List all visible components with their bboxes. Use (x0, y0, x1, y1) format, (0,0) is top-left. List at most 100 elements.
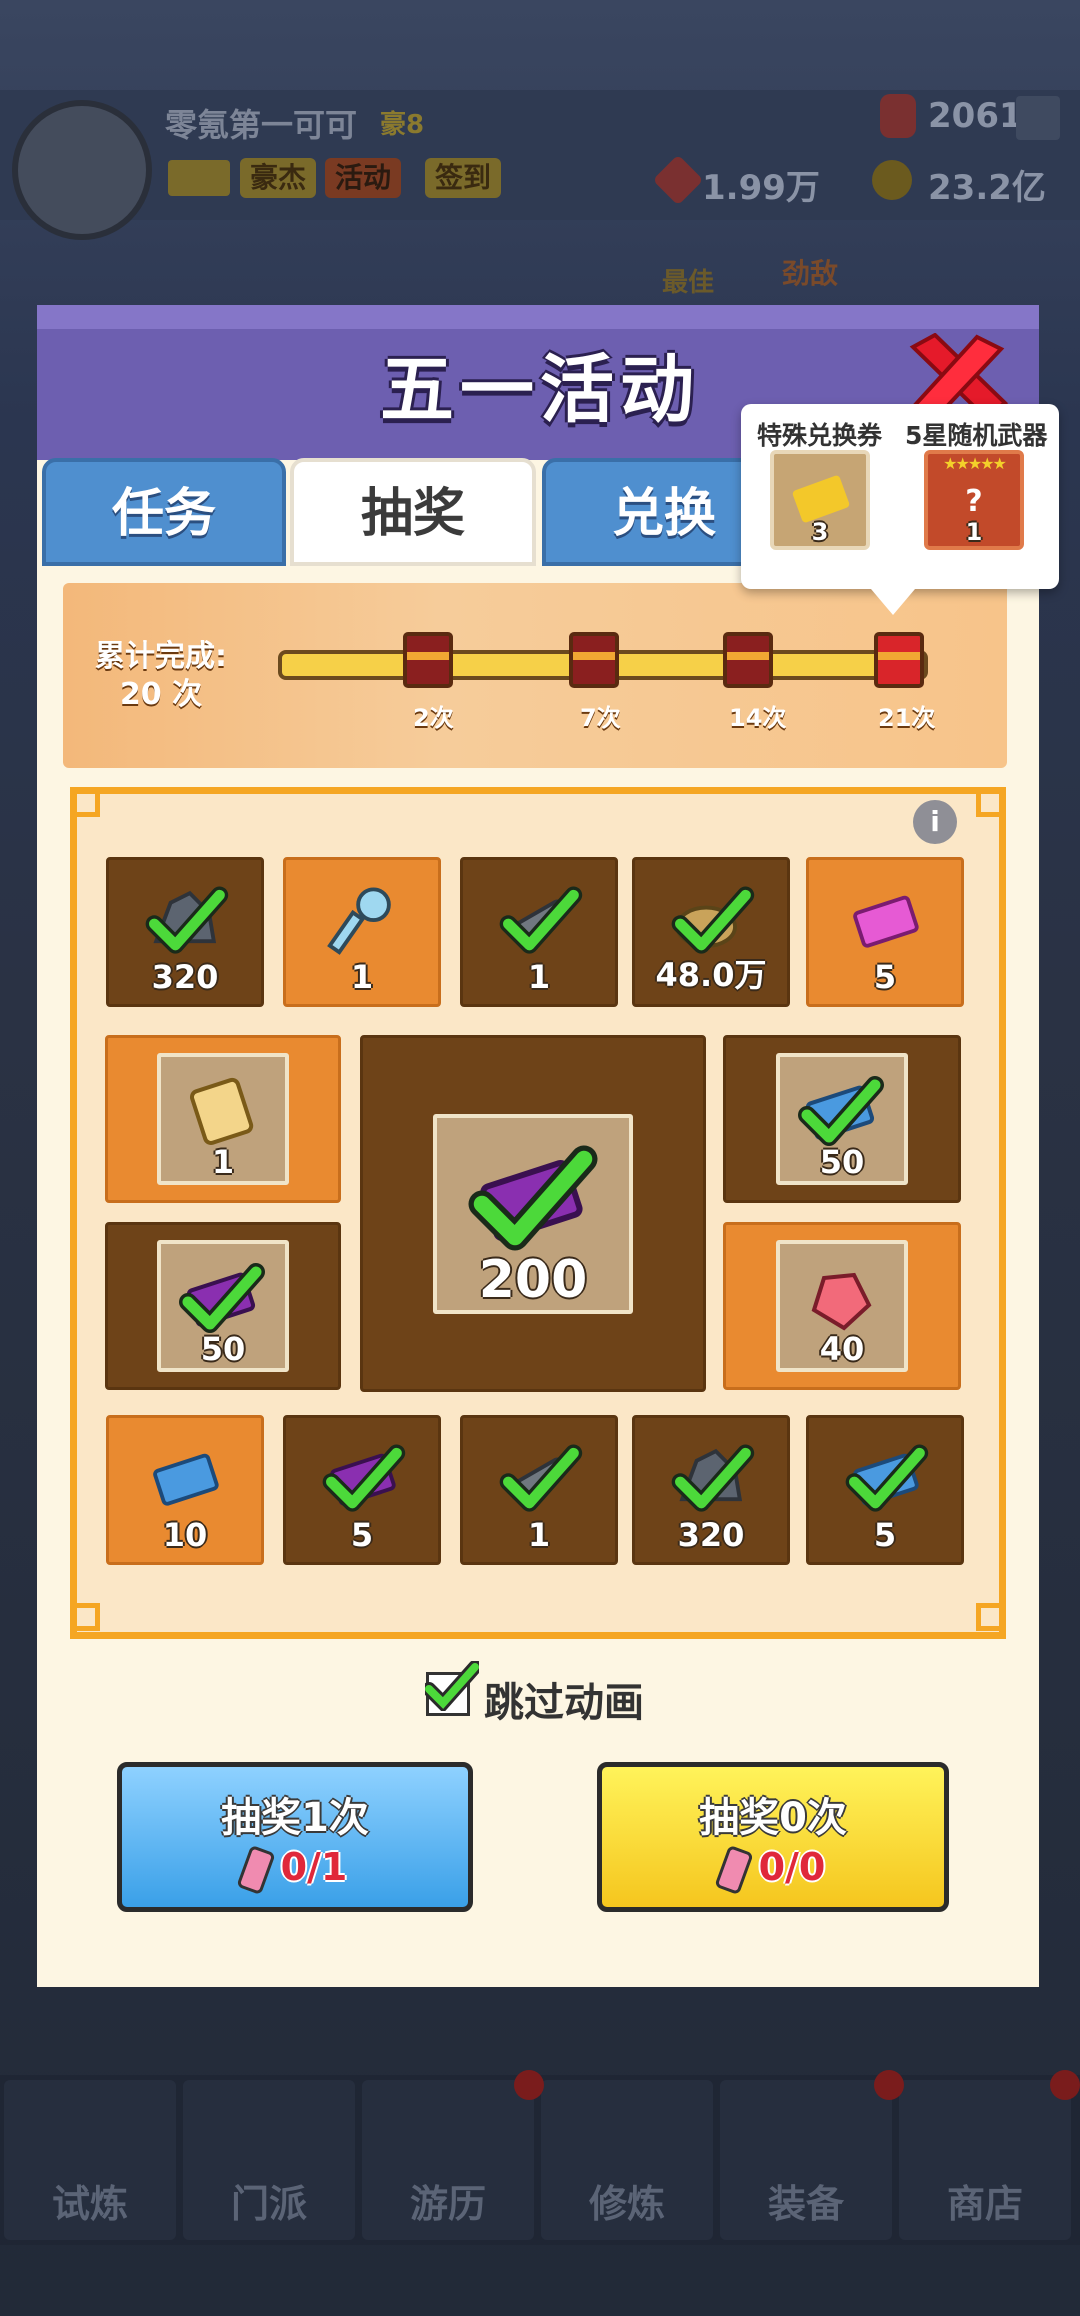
nav-shop[interactable]: 商店 (899, 2080, 1071, 2240)
reward-quantity: 5 (873, 1516, 897, 1554)
ore-icon (145, 886, 229, 954)
gem-icon (880, 94, 916, 138)
reward-quantity: 1 (527, 958, 551, 996)
nav-label: 商店 (946, 2182, 1023, 2226)
chest-icon[interactable] (723, 632, 773, 688)
player-name: 零氪第一可可 (165, 106, 358, 144)
skip-animation-label: 跳过动画 (484, 1680, 644, 1726)
reward-cell[interactable]: 50 (105, 1222, 341, 1390)
reward-quantity: 1 (350, 958, 374, 996)
reward-cell[interactable]: 48.0万 (632, 857, 790, 1007)
milestone-label: 2次 (413, 704, 454, 732)
gun-icon (499, 1444, 583, 1512)
nav-travel[interactable]: 游历 (362, 2080, 534, 2240)
reward-quantity: 50 (819, 1143, 865, 1181)
chest-icon[interactable] (403, 632, 453, 688)
tooltip-label: 5星随机武器 (905, 421, 1048, 450)
draw-once-cost-value: 0/1 (280, 1845, 348, 1889)
reward-cell[interactable]: 320 (632, 1415, 790, 1565)
milestone-label: 7次 (580, 704, 621, 732)
info-icon[interactable]: i (913, 800, 957, 844)
gem-count: 2061 (928, 96, 1023, 136)
draw-zero-label: 抽奖0次 (699, 1795, 847, 1841)
nav-label: 修炼 (588, 2182, 665, 2226)
reward-icon-frame: 200 (433, 1113, 633, 1314)
draw-zero-cost: 0/0 (602, 1844, 944, 1895)
ore-icon (671, 1444, 755, 1512)
reward-cell[interactable]: 5 (806, 1415, 964, 1565)
player-avatar[interactable] (12, 100, 152, 240)
key-icon (327, 887, 391, 955)
activity-button[interactable]: 活动 (325, 158, 402, 198)
reward-quantity: 50 (200, 1330, 246, 1368)
reward-quantity: 200 (478, 1249, 588, 1310)
milestone-label: 14次 (729, 704, 787, 732)
nav-label: 装备 (767, 2182, 844, 2226)
mail-icon[interactable] (168, 160, 230, 196)
reward-cell[interactable]: 200 (360, 1035, 706, 1392)
reward-quantity: 10 (162, 1516, 208, 1554)
reward-cell[interactable]: 1 (460, 857, 618, 1007)
notification-dot (514, 2070, 544, 2100)
purple-ticket-icon (322, 1444, 406, 1512)
reward-icon-frame: 1 (157, 1053, 289, 1185)
chest-icon-locked[interactable] (874, 632, 924, 688)
cumulative-count: 20 次 (119, 677, 203, 712)
exchange-ticket-icon: 3 (770, 450, 870, 550)
draw-ticket-icon (235, 1844, 276, 1895)
nav-label: 试炼 (51, 2182, 128, 2226)
tooltip-count: 1 (965, 518, 983, 546)
draw-once-button[interactable]: 抽奖1次 0/1 (117, 1762, 473, 1912)
reward-quantity: 1 (527, 1516, 551, 1554)
rival-label: 劲敌 (782, 257, 839, 290)
nav-trial[interactable]: 试炼 (4, 2080, 176, 2240)
gold-icon (872, 160, 912, 200)
tab-lottery[interactable]: 抽奖 (290, 458, 536, 566)
reward-cell[interactable]: 5 (806, 857, 964, 1007)
skip-animation-checkbox[interactable] (425, 1661, 479, 1716)
draw-zero-cost-value: 0/0 (758, 1845, 826, 1889)
reward-cell[interactable]: 40 (723, 1222, 961, 1390)
reward-quantity: 1 (211, 1143, 235, 1181)
reward-cell[interactable]: 1 (105, 1035, 341, 1203)
nav-label: 门派 (230, 2182, 307, 2226)
gun-icon (499, 886, 583, 954)
nav-equipment[interactable]: 装备 (720, 2080, 892, 2240)
reward-cell[interactable]: 1 (460, 1415, 618, 1565)
nav-sect[interactable]: 门派 (183, 2080, 355, 2240)
reward-icon-frame: 40 (776, 1240, 908, 1372)
reward-cell[interactable]: 50 (723, 1035, 961, 1203)
notification-dot (874, 2070, 904, 2100)
blue-ticket-icon (845, 1444, 929, 1512)
draw-zero-button[interactable]: 抽奖0次 0/0 (597, 1762, 949, 1912)
reward-quantity: 48.0万 (655, 956, 767, 994)
reward-quantity: 40 (819, 1330, 865, 1368)
random-weapon-icon: ★★★★★ ? 1 (924, 450, 1024, 550)
reward-quantity: 320 (151, 958, 219, 996)
reward-cell[interactable]: 10 (106, 1415, 264, 1565)
reward-icon-frame: 50 (776, 1053, 908, 1185)
signin-button[interactable]: 签到 (425, 158, 502, 198)
reward-cell[interactable]: 1 (283, 857, 441, 1007)
tooltip-count: 3 (811, 518, 829, 546)
chest-icon[interactable] (569, 632, 619, 688)
add-gem-icon[interactable] (1016, 96, 1060, 140)
blue-ticket-icon (153, 1453, 219, 1506)
gold-count: 23.2亿 (928, 168, 1046, 208)
frame-corner (976, 1603, 1004, 1631)
reward-quantity: 5 (350, 1516, 374, 1554)
player-header-bar (0, 90, 1080, 220)
reward-quantity: 5 (873, 958, 897, 996)
question-icon: ? (965, 484, 983, 519)
reward-cell[interactable]: 320 (106, 857, 264, 1007)
vip-badge: 豪8 (380, 110, 425, 140)
draw-once-cost: 0/1 (122, 1844, 468, 1895)
reward-cell[interactable]: 5 (283, 1415, 441, 1565)
nav-cultivate[interactable]: 修炼 (541, 2080, 713, 2240)
heroes-button[interactable]: 豪杰 (240, 158, 317, 198)
tab-tasks[interactable]: 任务 (42, 458, 286, 566)
tooltip-label: 特殊兑换券 (757, 421, 883, 450)
check-icon (425, 1661, 479, 1711)
frame-corner (72, 1603, 100, 1631)
reward-icon-frame: 50 (157, 1240, 289, 1372)
